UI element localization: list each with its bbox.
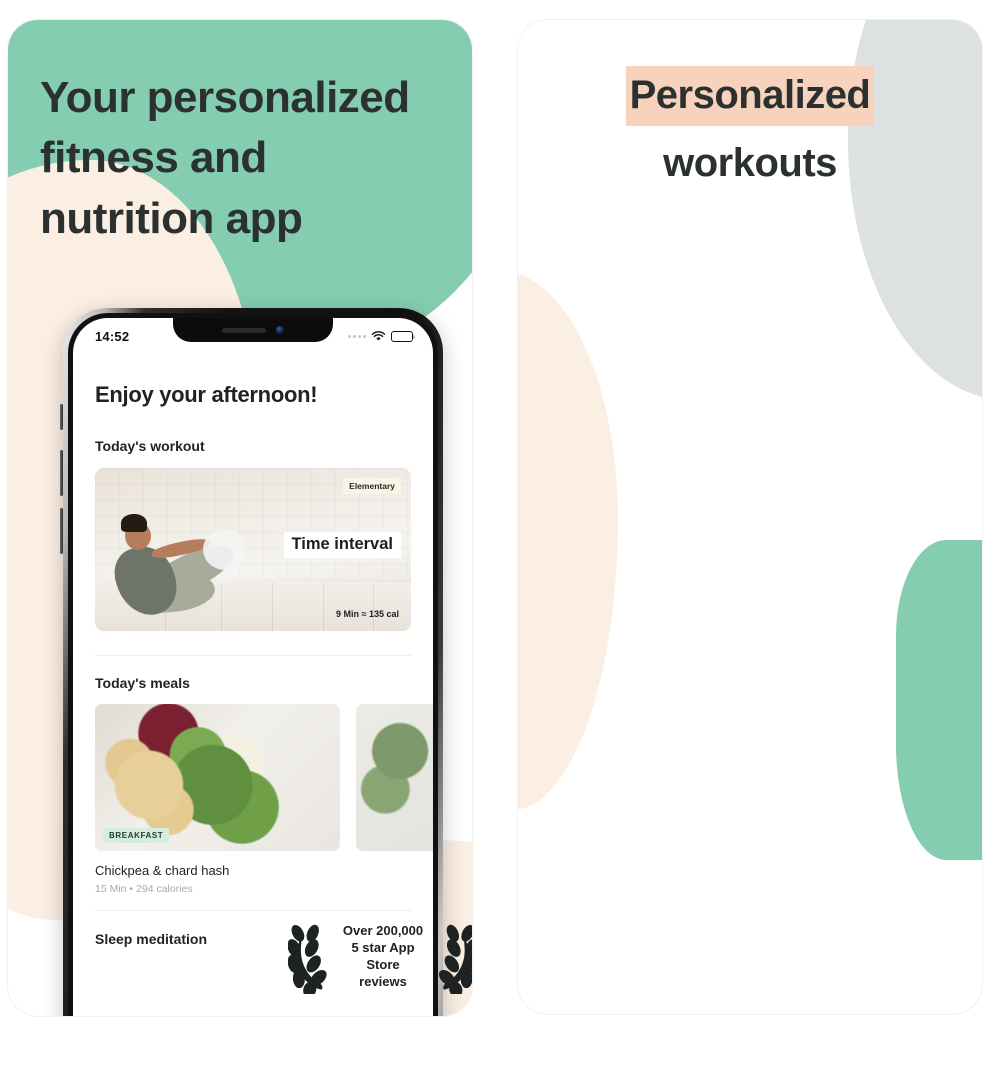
- section-divider: [95, 655, 411, 656]
- workout-level-badge: Elementary: [343, 478, 401, 494]
- meal-card[interactable]: [356, 704, 433, 895]
- phone-volume-down: [60, 508, 63, 554]
- right-headline-line-1: Personalized: [518, 66, 982, 126]
- wifi-icon: [371, 331, 386, 341]
- meal-card[interactable]: BREAKFAST Chickpea & chard hash 15 Min •…: [95, 704, 340, 895]
- todays-meals-label: Today's meals: [95, 675, 190, 691]
- workout-card-floor: [95, 582, 411, 631]
- phone-volume-up: [60, 450, 63, 496]
- signal-dots-icon: [348, 335, 366, 338]
- meal-image: [356, 704, 433, 851]
- left-headline: Your personalized fitness and nutrition …: [40, 68, 460, 249]
- greeting-title: Enjoy your afternoon!: [95, 382, 318, 407]
- review-badge-line-1: Over 200,000: [342, 923, 424, 939]
- review-badge-text: Over 200,000 5 star App Store reviews: [334, 923, 433, 991]
- workout-card-meta: 9 Min ≈ 135 cal: [336, 609, 399, 619]
- left-headline-line-2: fitness and: [40, 133, 267, 183]
- left-headline-line-3: nutrition app: [40, 193, 303, 243]
- left-screenshot-card: Your personalized fitness and nutrition …: [8, 20, 472, 1016]
- review-badge: Over 200,000 5 star App Store reviews: [288, 907, 472, 1007]
- phone-silent-switch: [60, 404, 63, 430]
- meal-image: BREAKFAST: [95, 704, 340, 851]
- meals-carousel[interactable]: BREAKFAST Chickpea & chard hash 15 Min •…: [95, 704, 433, 895]
- right-headline: Personalized workouts: [518, 66, 982, 192]
- right-headline-line-2: workouts: [663, 141, 837, 185]
- meal-name: Chickpea & chard hash: [95, 863, 230, 878]
- workout-card-title: Time interval: [283, 532, 401, 558]
- cream-blob-decor: [518, 270, 618, 810]
- headline-highlight: Personalized: [625, 66, 875, 126]
- screenshot-stage: Your personalized fitness and nutrition …: [0, 0, 1008, 1076]
- right-screenshot-card: Personalized workouts 12:10: [518, 20, 982, 1014]
- todays-workout-label: Today's workout: [95, 438, 205, 454]
- status-indicators: [348, 331, 415, 342]
- laurel-right-icon: [439, 924, 472, 994]
- meal-tag: BREAKFAST: [103, 828, 170, 843]
- status-time: 14:52: [95, 329, 130, 344]
- left-app-content: Enjoy your afternoon! Today's workout El…: [73, 344, 433, 947]
- todays-workout-card[interactable]: Elementary Time interval 9 Min ≈ 135 cal: [95, 468, 411, 631]
- battery-icon: [391, 331, 415, 342]
- review-badge-line-2: 5 star App Store: [351, 940, 415, 972]
- laurel-left-icon: [288, 924, 327, 994]
- left-status-bar: 14:52: [73, 318, 433, 344]
- meal-meta: 15 Min • 294 calories: [95, 883, 193, 895]
- left-headline-line-1: Your personalized: [40, 73, 410, 122]
- green-blob-decor: [896, 540, 982, 860]
- review-badge-line-3: reviews: [359, 973, 407, 989]
